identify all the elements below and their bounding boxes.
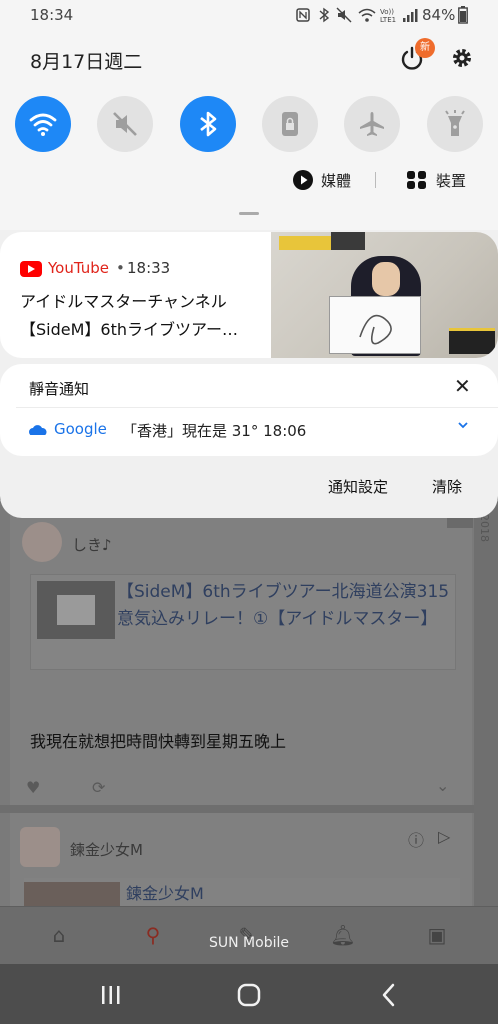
wifi-status-icon [358,8,376,22]
devices-button[interactable]: 裝置 [436,170,466,191]
nfc-icon [296,8,310,22]
battery-percent: 84% [422,6,456,24]
post-card: しき♪ 【SideM】6thライブツアー北海道公演315意気込みリレー！①【アイ… [10,500,472,805]
mute-icon [113,112,137,136]
tile-flashlight[interactable] [427,96,483,152]
share-icon[interactable]: ▷ [438,827,450,846]
separator [375,172,376,188]
wifi-icon [29,113,57,136]
date-label: 8月17日週二 [30,51,143,73]
tile-sound[interactable] [97,96,153,152]
info-icon[interactable]: ⓘ [408,827,424,851]
youtube-logo-icon [20,261,42,277]
link-thumbnail [24,882,120,906]
back-icon[interactable] [374,980,404,1010]
panel-drag-handle[interactable] [239,212,259,215]
notification-panel: YouTube • 18:33 アイドルマスターチャンネル 【SideM】6th… [0,230,498,518]
avatar [22,522,62,562]
background-app: しき♪ 【SideM】6thライブツアー北海道公演315意気込みリレー！①【アイ… [0,500,498,964]
tile-bluetooth[interactable] [180,96,236,152]
airplane-icon [360,112,384,136]
bluetooth-status-icon [319,7,330,23]
separator-dot: • [116,259,125,277]
devices-icon[interactable] [406,170,428,190]
status-time: 18:34 [30,6,74,24]
volte-lte-icon: Vo))LTE1 [380,8,396,24]
notification-time: 18:33 [127,259,171,277]
close-icon[interactable]: ✕ [454,374,471,398]
notification-title: アイドルマスターチャンネル [20,292,227,311]
media-play-icon[interactable] [292,169,314,191]
post-user-name: しき♪ [72,536,112,554]
tile-airplane[interactable] [344,96,400,152]
portrait-lock-icon [282,112,298,136]
flashlight-icon [445,110,465,136]
notification-settings-button[interactable]: 通知設定 [328,476,388,497]
notification-app-name: YouTube [48,259,109,277]
bluetooth-icon [200,111,217,137]
settings-gear-icon[interactable] [448,44,476,72]
side-strip [474,500,498,964]
silent-header: 靜音通知 [29,380,90,398]
cloud-icon [29,425,47,435]
link-title: 【SideM】6thライブツアー北海道公演315意気込みリレー！①【アイドルマス… [117,582,450,629]
silent-notifications-card: 靜音通知 ✕ Google 「香港」現在是 31° 18:06 [0,364,498,456]
quick-settings-panel: 18:34 Vo)) LTE1 84% 8月17日週二 新 媒體 裝置 [0,0,498,230]
avatar [20,827,60,867]
navigation-bar [0,964,498,1024]
repost-icon[interactable]: ⟳ [92,778,105,797]
notification-text: 【SideM】6thライブツアー北海道公演315意気込みリレー！①【アイドルマス… [20,320,252,339]
svg-text:Vo)): Vo)) [380,8,394,16]
home-button-icon[interactable] [234,980,264,1010]
google-app-name[interactable]: Google [54,420,107,438]
tile-portrait-lock[interactable] [262,96,318,152]
tile-wifi[interactable] [15,96,71,152]
link-title: 鍊金少女M [126,884,204,903]
mute-status-icon [336,7,352,23]
carrier-name: SUN Mobile [209,935,289,951]
divider [16,407,498,408]
battery-icon [458,6,468,24]
weather-text[interactable]: 「香港」現在是 31° 18:06 [122,420,306,441]
svg-text:LTE1: LTE1 [380,16,396,24]
new-badge: 新 [415,38,435,58]
post-user-name: 鍊金少女M [70,841,143,859]
youtube-notification[interactable]: YouTube • 18:33 アイドルマスターチャンネル 【SideM】6th… [0,232,498,358]
chevron-down-icon[interactable] [456,418,470,432]
app-tab-bar: ⌂ ⚲ ✎ 🔔︎ ▣ SUN Mobile [0,906,498,964]
whiteboard [329,296,421,354]
chevron-down-icon[interactable]: ⌄ [436,776,449,795]
side-date: 2018 [478,514,491,542]
link-preview[interactable]: 【SideM】6thライブツアー北海道公演315意気込みリレー！①【アイドルマス… [30,574,456,670]
media-button[interactable]: 媒體 [321,170,351,191]
video-thumbnail [271,232,498,358]
link-preview-2[interactable]: 鍊金少女M [24,878,460,906]
recent-apps-icon[interactable] [96,980,126,1010]
divider [0,805,474,813]
signal-icon [403,9,418,22]
link-thumbnail [37,581,115,639]
post-text: 我現在就想把時間快轉到星期五晚上 [30,732,287,751]
clear-button[interactable]: 清除 [432,476,462,497]
heart-icon[interactable]: ♥ [26,778,40,797]
